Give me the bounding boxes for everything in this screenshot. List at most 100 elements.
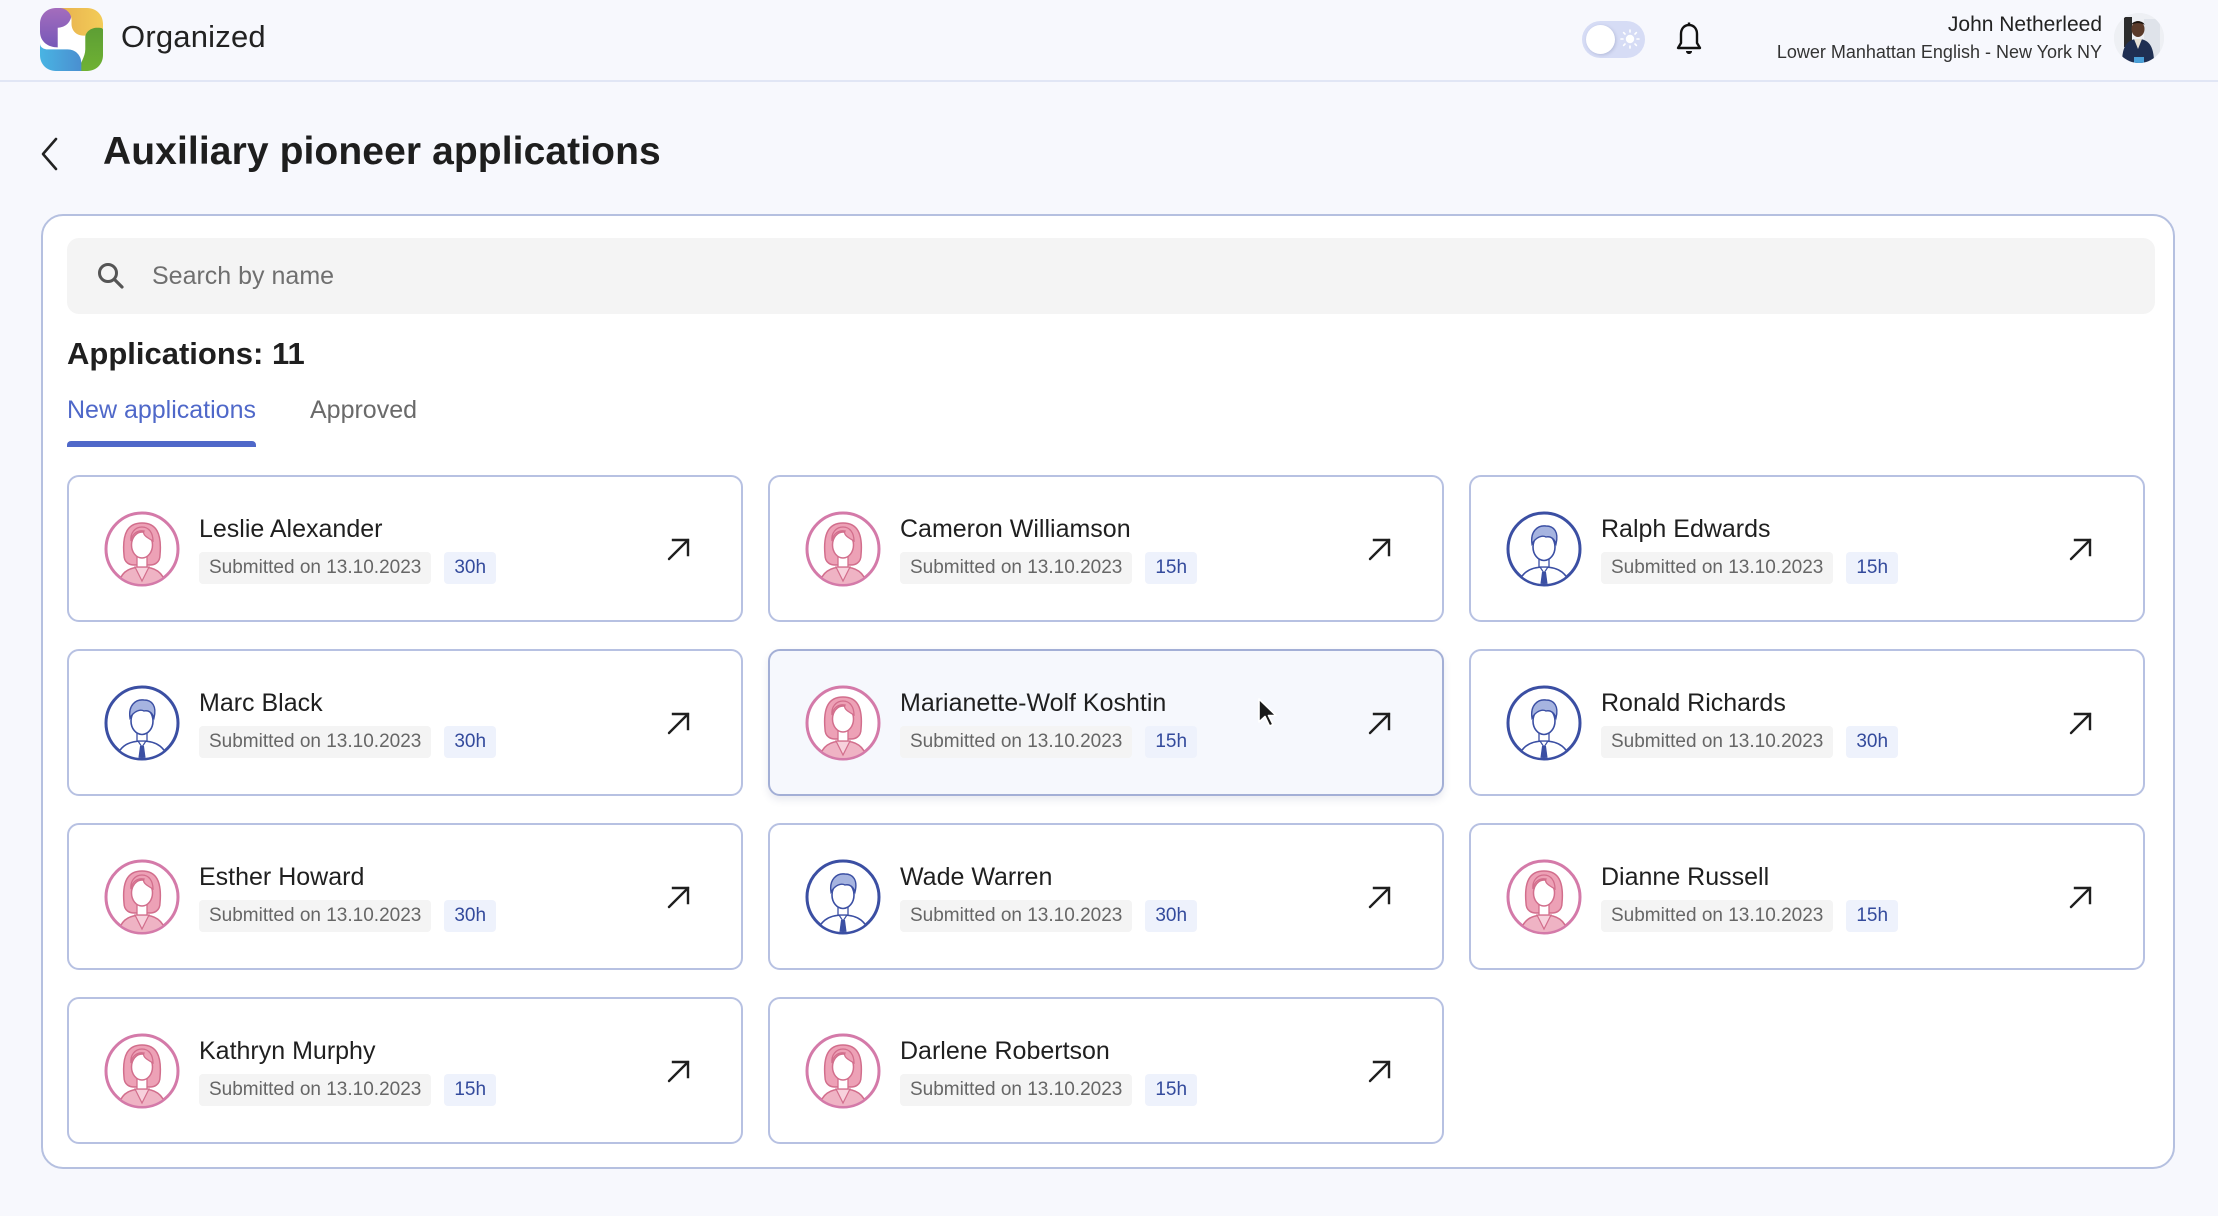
- search-input[interactable]: [152, 238, 2112, 314]
- submitted-date: Submitted on 13.10.2023: [199, 552, 432, 584]
- submitted-date: Submitted on 13.10.2023: [900, 726, 1133, 758]
- male-avatar-icon: [1506, 685, 1582, 761]
- hours-badge: 30h: [444, 900, 497, 932]
- arrow-up-right-icon[interactable]: [666, 1058, 692, 1084]
- submitted-date: Submitted on 13.10.2023: [1601, 552, 1834, 584]
- tab-label: Approved: [310, 396, 418, 424]
- application-card[interactable]: Ralph Edwards Submitted on 13.10.2023 15h: [1469, 475, 2145, 622]
- application-meta: Submitted on 13.10.2023 30h: [199, 552, 497, 584]
- app-title: Organized: [121, 19, 266, 54]
- hours-badge: 15h: [1145, 552, 1198, 584]
- female-avatar-icon: [805, 1033, 881, 1109]
- hours-badge: 15h: [444, 1074, 497, 1106]
- application-meta: Submitted on 13.10.2023 15h: [900, 726, 1198, 758]
- female-avatar-icon: [805, 511, 881, 587]
- applicant-name: Ronald Richards: [1601, 689, 1786, 717]
- hours-badge: 30h: [1145, 900, 1198, 932]
- organized-logo-icon[interactable]: [40, 8, 103, 71]
- application-card[interactable]: Wade Warren Submitted on 13.10.2023 30h: [768, 823, 1444, 970]
- applicant-name: Kathryn Murphy: [199, 1037, 376, 1065]
- submitted-date: Submitted on 13.10.2023: [199, 900, 432, 932]
- page-title: Auxiliary pioneer applications: [103, 130, 661, 173]
- application-meta: Submitted on 13.10.2023 15h: [199, 1074, 497, 1106]
- tab-new-applications[interactable]: New applications: [67, 396, 256, 447]
- application-card[interactable]: Darlene Robertson Submitted on 13.10.2023…: [768, 997, 1444, 1144]
- search-icon: [98, 263, 124, 289]
- applicant-name: Leslie Alexander: [199, 515, 383, 543]
- applicant-name: Marianette-Wolf Koshtin: [900, 689, 1167, 717]
- application-card[interactable]: Kathryn Murphy Submitted on 13.10.2023 15h: [67, 997, 743, 1144]
- tab-approved[interactable]: Approved: [310, 396, 417, 437]
- application-meta: Submitted on 13.10.2023 30h: [199, 900, 497, 932]
- application-meta: Submitted on 13.10.2023 30h: [900, 900, 1198, 932]
- application-meta: Submitted on 13.10.2023 15h: [1601, 552, 1899, 584]
- toggle-knob: [1586, 25, 1615, 54]
- arrow-up-right-icon[interactable]: [2068, 884, 2094, 910]
- applicant-name: Ralph Edwards: [1601, 515, 1771, 543]
- applications-count: Applications: 11: [67, 336, 305, 371]
- applications-panel: Applications: 11 New applications Approv…: [41, 214, 2175, 1169]
- user-avatar[interactable]: [2114, 13, 2164, 63]
- search-bar[interactable]: [67, 238, 2155, 314]
- back-button[interactable]: Back: [36, 134, 66, 174]
- hours-badge: 30h: [444, 726, 497, 758]
- female-avatar-icon: [104, 859, 180, 935]
- submitted-date: Submitted on 13.10.2023: [1601, 900, 1834, 932]
- active-tab-indicator: [67, 441, 256, 447]
- user-congregation: Lower Manhattan English - New York NY: [1776, 42, 2102, 62]
- user-photo: [2114, 13, 2164, 63]
- submitted-date: Submitted on 13.10.2023: [199, 1074, 432, 1106]
- male-avatar-icon: [1506, 511, 1582, 587]
- applicant-name: Dianne Russell: [1601, 863, 1770, 891]
- application-card[interactable]: Leslie Alexander Submitted on 13.10.2023 3…: [67, 475, 743, 622]
- application-card[interactable]: Cameron Williamson Submitted on 13.10.202…: [768, 475, 1444, 622]
- arrow-up-right-icon[interactable]: [666, 710, 692, 736]
- submitted-date: Submitted on 13.10.2023: [900, 1074, 1133, 1106]
- arrow-up-right-icon[interactable]: [1367, 536, 1393, 562]
- application-card[interactable]: Esther Howard Submitted on 13.10.2023 30h: [67, 823, 743, 970]
- male-avatar-icon: [104, 685, 180, 761]
- user-name: John Netherleed: [1947, 13, 2102, 36]
- arrow-up-right-icon[interactable]: [2068, 710, 2094, 736]
- hours-badge: 30h: [444, 552, 497, 584]
- application-meta: Submitted on 13.10.2023 30h: [199, 726, 497, 758]
- female-avatar-icon: [104, 511, 180, 587]
- hours-badge: 15h: [1145, 726, 1198, 758]
- submitted-date: Submitted on 13.10.2023: [900, 900, 1133, 932]
- theme-toggle[interactable]: [1582, 21, 1645, 58]
- application-card[interactable]: Marc Black Submitted on 13.10.2023 30h: [67, 649, 743, 796]
- hours-badge: 15h: [1846, 552, 1899, 584]
- submitted-date: Submitted on 13.10.2023: [900, 552, 1133, 584]
- arrow-up-right-icon[interactable]: [666, 536, 692, 562]
- submitted-date: Submitted on 13.10.2023: [1601, 726, 1834, 758]
- arrow-up-right-icon[interactable]: [2068, 536, 2094, 562]
- application-meta: Submitted on 13.10.2023 15h: [900, 552, 1198, 584]
- user-info[interactable]: John Netherleed Lower Manhattan English …: [1777, 11, 2102, 65]
- applicant-name: Darlene Robertson: [900, 1037, 1110, 1065]
- submitted-date: Submitted on 13.10.2023: [199, 726, 432, 758]
- female-avatar-icon: [104, 1033, 180, 1109]
- hours-badge: 30h: [1846, 726, 1899, 758]
- applicant-name: Wade Warren: [900, 863, 1053, 891]
- female-avatar-icon: [1506, 859, 1582, 935]
- application-meta: Submitted on 13.10.2023 15h: [1601, 900, 1899, 932]
- arrow-up-right-icon[interactable]: [666, 884, 692, 910]
- arrow-up-right-icon[interactable]: [1367, 1058, 1393, 1084]
- tab-label: New applications: [67, 396, 256, 424]
- application-card[interactable]: Ronald Richards Submitted on 13.10.2023 30…: [1469, 649, 2145, 796]
- arrow-up-right-icon[interactable]: [1367, 884, 1393, 910]
- applicant-name: Marc Black: [199, 689, 323, 717]
- male-avatar-icon: [805, 859, 881, 935]
- top-bar: Organized John Netherleed Lower Manhatta…: [0, 0, 2218, 82]
- applicant-name: Cameron Williamson: [900, 515, 1131, 543]
- application-card[interactable]: Marianette-Wolf Koshtin Submitted on 13.1…: [768, 649, 1444, 796]
- female-avatar-icon: [805, 685, 881, 761]
- sun-icon: [1620, 29, 1640, 49]
- bell-icon[interactable]: [1674, 22, 1704, 56]
- application-meta: Submitted on 13.10.2023 30h: [1601, 726, 1899, 758]
- application-card[interactable]: Dianne Russell Submitted on 13.10.2023 15h: [1469, 823, 2145, 970]
- applicant-name: Esther Howard: [199, 863, 365, 891]
- arrow-up-right-icon[interactable]: [1367, 710, 1393, 736]
- hours-badge: 15h: [1846, 900, 1899, 932]
- hours-badge: 15h: [1145, 1074, 1198, 1106]
